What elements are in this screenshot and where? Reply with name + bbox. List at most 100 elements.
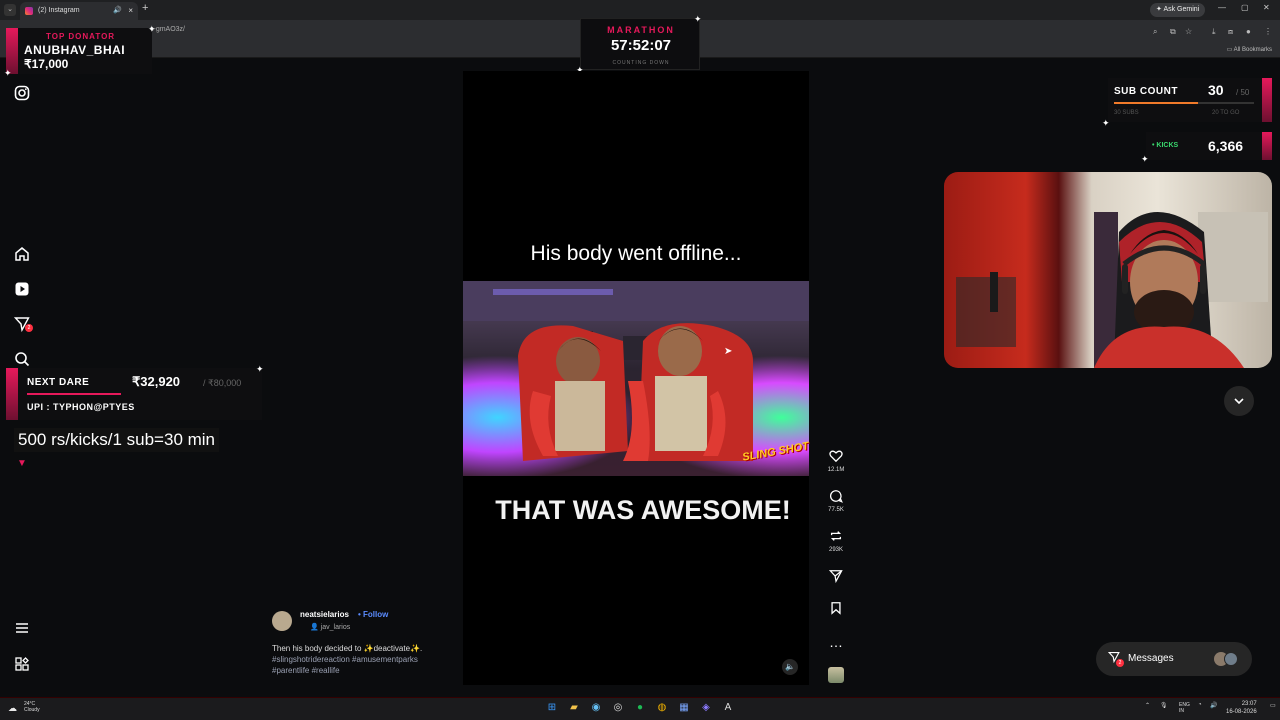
sparkle-icon: ✦ [148,24,156,34]
cursor-icon: ➤ [724,346,733,357]
spotify-icon[interactable]: ● [633,701,647,715]
clock-date: 16-08-2026 [1226,709,1257,715]
browser-tab-instagram[interactable]: (2) Instagram 🔊 × [20,2,138,20]
app-icon[interactable]: ▦ [677,701,691,715]
extensions-icon[interactable]: ⧈ [1228,27,1233,37]
notification-icon[interactable]: ▭ [1270,702,1276,709]
profile-icon[interactable]: ● [1246,27,1251,36]
steam-icon[interactable]: ◉ [589,701,603,715]
webcam-scene [956,212,1268,368]
heart-icon[interactable] [826,449,846,467]
webcam-feed [944,172,1272,368]
audio-thumbnail[interactable] [826,667,846,683]
kicks-accent-bar [1262,132,1272,160]
maximize-button[interactable]: ▢ [1241,3,1249,12]
reels-icon[interactable] [14,281,30,297]
comment-icon[interactable] [826,489,846,507]
repost-action[interactable]: 293K [826,529,846,553]
app-icon[interactable]: A [721,701,735,715]
sub-progress-track [1114,102,1254,104]
repost-icon[interactable] [826,529,846,547]
close-tab-icon[interactable]: × [128,2,133,20]
sub-progress-fill [1114,102,1198,104]
volume-icon[interactable]: 🔊 [1210,702,1217,709]
download-icon[interactable]: ⤓ [1212,27,1216,37]
reel-video-frame[interactable] [463,281,809,476]
follow-label: Follow [363,610,389,619]
kicks-panel: • KICKS 6,366 [1146,132,1272,160]
follow-button[interactable]: • Follow [358,610,388,619]
next-dare-label: NEXT DARE [27,377,90,388]
install-icon[interactable]: ⧉ [1170,27,1176,37]
sub-count-label: SUB COUNT [1114,86,1178,97]
new-tab-button[interactable]: + [142,2,148,14]
share-icon[interactable] [826,569,846,587]
like-action[interactable]: 12.1M [826,449,846,473]
next-dare-panel: NEXT DARE ₹32,920 / ₹80,000 UPI : TYPHON… [6,368,262,420]
marathon-timer-panel: MARATHON 57:52:07 COUNTING DOWN [580,18,700,70]
collab-handle-text: jav_larios [320,624,351,631]
kicks-label: • KICKS [1152,142,1179,149]
author-avatar[interactable] [272,611,292,631]
comment-action[interactable]: 77.5K [826,489,846,513]
sub-count-panel: SUB COUNT 30 / 50 30 SUBS 20 TO GO [1108,78,1272,122]
system-clock[interactable]: 23:07 16-08-2026 [1226,700,1257,716]
also-from-meta-icon[interactable] [14,656,30,672]
tab-search-button[interactable]: ⌄ [4,4,16,16]
search-icon[interactable] [14,351,30,367]
chevron-down-icon [1234,398,1244,405]
audio-track-icon[interactable] [828,667,844,683]
speaker-icon[interactable]: 🔊 [113,2,122,20]
file-explorer-icon[interactable]: ▰ [567,701,581,715]
browser-tab-bar [0,0,1280,20]
heart-down-icon[interactable]: ▼ [14,456,30,472]
minimize-button[interactable]: — [1218,3,1226,12]
like-count: 12.1M [827,467,845,473]
marathon-title: MARATHON [607,25,675,35]
top-donator-amount: ₹17,000 [24,57,69,71]
sparkle-icon: ✦ [256,364,264,374]
all-bookmarks-button[interactable]: ▭ All Bookmarks [1227,46,1272,53]
ask-gemini-label: Ask Gemini [1163,6,1200,13]
language-indicator[interactable]: ENG IN [1179,702,1190,714]
next-reel-button[interactable] [1224,386,1254,416]
user-icon: 👤 [310,624,319,631]
sparkle-icon: ✦ [4,68,12,78]
collab-handle[interactable]: 👤 jav_larios [310,623,350,631]
more-options-action[interactable]: … [826,633,846,651]
rate-info-text: 500 rs/kicks/1 sub=30 min [14,428,220,452]
author-handle[interactable]: neatsielarios [300,610,349,619]
reel-description: Then his body decided to ✨deactivate✨. #… [272,643,452,676]
ellipsis-icon[interactable]: … [826,633,846,651]
marathon-subtitle: COUNTING DOWN [612,60,670,66]
instagram-logo-icon[interactable] [14,85,30,101]
windows-start-icon[interactable]: ⊞ [545,701,559,715]
sub-accent-bar [1262,78,1272,122]
sparkle-icon: ✦ [1102,118,1110,128]
microphone-icon[interactable]: 🎙 [1160,702,1168,709]
obs-icon[interactable]: ◎ [611,701,625,715]
bookmark-star-icon[interactable]: ☆ [1185,27,1192,36]
zoom-icon[interactable]: ⌕ [1153,27,1157,37]
chrome-icon[interactable]: ◍ [655,701,669,715]
browser-menu-icon[interactable]: ⋮ [1264,27,1272,36]
more-menu-icon[interactable] [14,620,30,636]
messages-badge: 2 [1116,659,1124,667]
bookmark-icon[interactable] [826,601,846,619]
ask-gemini-button[interactable]: ✦ Ask Gemini [1150,3,1206,17]
home-icon[interactable] [14,246,30,262]
wifi-icon[interactable]: ◔ [1198,702,1202,708]
discord-icon[interactable]: ◈ [699,701,713,715]
sub-count-value: 30 [1208,82,1224,98]
cloud-icon[interactable]: ☁ [8,703,17,714]
mute-toggle-icon[interactable]: 🔈 [782,659,798,675]
share-action[interactable] [826,569,846,587]
close-window-button[interactable]: ✕ [1263,3,1270,12]
save-action[interactable] [826,601,846,619]
weather-widget[interactable]: 24°C Cloudy [24,701,40,713]
tray-chevron-icon[interactable]: ⌃ [1145,702,1150,709]
reel-caption-top: His body went offline... [530,242,742,265]
hashtags[interactable]: #slingshotridereaction #amusementparks #… [272,655,418,675]
messages-button[interactable]: 2 Messages [1096,642,1252,676]
next-dare-goal: / ₹80,000 [203,378,242,388]
